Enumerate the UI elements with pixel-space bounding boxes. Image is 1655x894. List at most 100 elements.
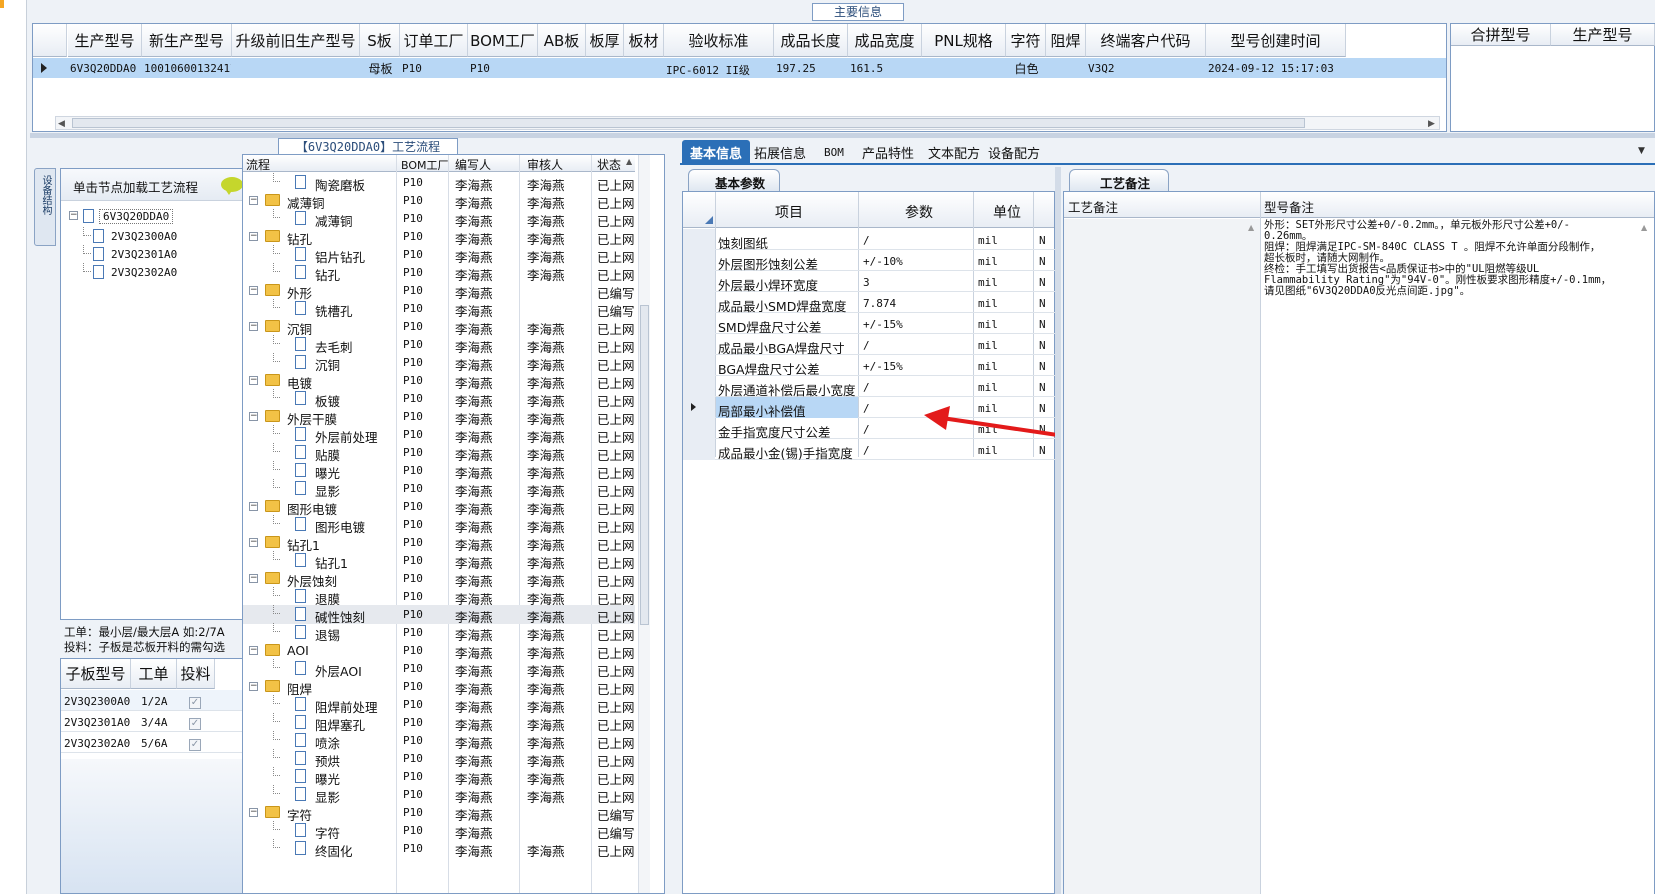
sub-order-cell[interactable]: 1/2A	[141, 695, 168, 708]
flow-row[interactable]: 曝光 P10 李海燕 李海燕 已上网	[243, 767, 635, 787]
flow-row[interactable]: 板镀 P10 李海燕 李海燕 已上网	[243, 389, 635, 409]
collapse-icon[interactable]: −	[249, 502, 258, 511]
flow-scroll-thumb[interactable]	[640, 305, 649, 625]
collapse-icon[interactable]: −	[249, 412, 258, 421]
flow-row[interactable]: 外层AOI P10 李海燕 李海燕 已上网	[243, 659, 635, 679]
collapse-icon[interactable]: −	[249, 232, 258, 241]
flow-row[interactable]: − 钻孔1 P10 李海燕 李海燕 已上网	[243, 533, 635, 553]
col-s-board[interactable]: S板	[360, 24, 400, 57]
col-standard[interactable]: 验收标准	[664, 24, 774, 57]
param-value[interactable]: 3	[863, 276, 870, 289]
flow-row[interactable]: 碱性蚀刻 P10 李海燕 李海燕 已上网	[243, 605, 635, 625]
param-value[interactable]: /	[863, 339, 870, 352]
model-note-textarea[interactable]: 外形：SET外形尺寸公差+0/-0.2mm。，单元板外形尺寸公差+0/- 0.26…	[1261, 219, 1654, 894]
basic-params-tab[interactable]: 基本参数	[688, 169, 780, 191]
col-prod-model[interactable]: 生产型号	[68, 24, 142, 57]
col-ab-board[interactable]: AB板	[538, 24, 586, 57]
collapse-icon[interactable]: −	[249, 196, 258, 205]
flow-row[interactable]: 铝片钻孔 P10 李海燕 李海燕 已上网	[243, 245, 635, 265]
cell-order-factory[interactable]: P10	[402, 62, 467, 75]
tab-dropdown-icon[interactable]: ▼	[1638, 146, 1645, 156]
tree-root[interactable]: − 6V3Q20DDA0	[69, 207, 249, 225]
main-info-row[interactable]: 6V3Q20DDA0 10010600132417 母板 P10 P10 IPC-6012…	[33, 58, 1446, 78]
device-structure-tab[interactable]: 设备结构	[34, 168, 56, 246]
param-value[interactable]: /	[863, 381, 870, 394]
col-writer[interactable]: 编写人	[455, 156, 491, 173]
flow-row[interactable]: − 图形电镀 P10 李海燕 李海燕 已上网	[243, 497, 635, 517]
cell-new-model[interactable]: 10010600132417	[144, 62, 231, 75]
col-bom-factory[interactable]: BOM工厂	[468, 24, 538, 57]
param-row[interactable]: 外层通道补偿后最小宽度 / mil N	[683, 376, 1055, 398]
param-value[interactable]: 7.874	[863, 297, 896, 310]
flow-row[interactable]: 阻焊塞孔 P10 李海燕 李海燕 已上网	[243, 713, 635, 733]
col-sub-model[interactable]: 子板型号	[61, 659, 131, 689]
param-value[interactable]: +/-10%	[863, 255, 903, 268]
collapse-icon[interactable]: −	[249, 682, 258, 691]
collapse-icon[interactable]: −	[249, 286, 258, 295]
flow-row[interactable]: − 字符 P10 李海燕 已编写	[243, 803, 635, 823]
param-row[interactable]: SMD焊盘尺寸公差 +/-15% mil N	[683, 313, 1055, 335]
sub-board-row[interactable]: 2V3Q2301A0 3/4A ✓	[61, 711, 251, 732]
cell-customer-code[interactable]: V3Q2	[1088, 62, 1205, 75]
collapse-icon[interactable]: −	[249, 646, 258, 655]
col-order[interactable]: 工单	[131, 659, 177, 689]
param-value[interactable]: /	[863, 423, 870, 436]
col-width[interactable]: 成品宽度	[848, 24, 922, 57]
col-order-factory[interactable]: 订单工厂	[400, 24, 468, 57]
col-new-model[interactable]: 新生产型号	[142, 24, 232, 57]
col-material[interactable]: 板材	[624, 24, 664, 57]
param-value[interactable]: +/-15%	[863, 318, 903, 331]
collapse-icon[interactable]: −	[249, 376, 258, 385]
cell-s-board[interactable]: 母板	[362, 60, 399, 77]
tab-device-recipe[interactable]: 设备配方	[980, 140, 1048, 164]
tab-bom[interactable]: BOM	[816, 140, 852, 164]
tab-product-features[interactable]: 产品特性	[854, 140, 922, 164]
col-item[interactable]: 项目	[775, 202, 803, 222]
scroll-thumb[interactable]	[72, 118, 1305, 128]
col-bom-factory[interactable]: BOM工厂	[401, 157, 449, 173]
flow-row[interactable]: 显影 P10 李海燕 李海燕 已上网	[243, 479, 635, 499]
tree-node[interactable]: 2V3Q2301A0	[83, 245, 241, 263]
col-feed[interactable]: 投料	[177, 659, 215, 689]
flow-row[interactable]: 钻孔 P10 李海燕 李海燕 已上网	[243, 263, 635, 283]
flow-row[interactable]: 预烘 P10 李海燕 李海燕 已上网	[243, 749, 635, 769]
col-length[interactable]: 成品长度	[774, 24, 848, 57]
collapse-icon[interactable]: −	[249, 322, 258, 331]
col-prod-model-right[interactable]: 生产型号	[1551, 24, 1655, 46]
param-row[interactable]: 外层图形蚀刻公差 +/-10% mil N	[683, 250, 1055, 272]
param-row[interactable]: BGA焊盘尺寸公差 +/-15% mil N	[683, 355, 1055, 377]
flow-row[interactable]: 终固化 P10 李海燕 李海燕 已上网	[243, 839, 635, 859]
flow-scrollbar[interactable]	[638, 155, 650, 893]
flow-row[interactable]: − 钻孔 P10 李海燕 李海燕 已上网	[243, 227, 635, 247]
param-value[interactable]: +/-15%	[863, 360, 903, 373]
collapse-icon[interactable]: −	[249, 574, 258, 583]
param-row[interactable]: 成品最小SMD焊盘宽度 7.874 mil N	[683, 292, 1055, 314]
cell-created[interactable]: 2024-09-12 15:17:03	[1208, 62, 1345, 75]
feed-checkbox[interactable]: ✓	[189, 694, 201, 709]
col-reviewer[interactable]: 审核人	[527, 156, 563, 173]
flow-row[interactable]: 沉铜 P10 李海燕 李海燕 已上网	[243, 353, 635, 373]
model-note-scroll-up-icon[interactable]: ▲	[1641, 223, 1647, 232]
flow-row[interactable]: 图形电镀 P10 李海燕 李海燕 已上网	[243, 515, 635, 535]
param-row[interactable]: 蚀刻图纸 / mil N	[683, 229, 1055, 251]
feed-checkbox[interactable]: ✓	[189, 736, 201, 751]
flow-row[interactable]: 喷涂 P10 李海燕 李海燕 已上网	[243, 731, 635, 751]
cell-char[interactable]: 白色	[1008, 60, 1045, 77]
param-value[interactable]: /	[863, 444, 870, 457]
tree-node[interactable]: 2V3Q2300A0	[83, 227, 241, 245]
flow-row[interactable]: 退膜 P10 李海燕 李海燕 已上网	[243, 587, 635, 607]
sub-model-cell[interactable]: 2V3Q2302A0	[64, 737, 130, 750]
flow-row[interactable]: − 外形 P10 李海燕 已编写	[243, 281, 635, 301]
sub-model-cell[interactable]: 2V3Q2301A0	[64, 716, 130, 729]
flow-row[interactable]: 减薄铜 P10 李海燕 李海燕 已上网	[243, 209, 635, 229]
col-created[interactable]: 型号创建时间	[1206, 24, 1346, 57]
cell-length[interactable]: 197.25	[776, 62, 847, 75]
col-model-note[interactable]: 型号备注	[1264, 197, 1314, 216]
col-status[interactable]: 状态	[597, 156, 621, 173]
craft-notes-tab[interactable]: 工艺备注	[1069, 169, 1169, 191]
tab-extended-info[interactable]: 拓展信息	[746, 140, 814, 164]
flow-row[interactable]: − 阻焊 P10 李海燕 李海燕 已上网	[243, 677, 635, 697]
sort-up-icon[interactable]: ▲	[626, 157, 632, 166]
cell-standard[interactable]: IPC-6012 II级	[666, 62, 773, 78]
collapse-icon[interactable]: −	[249, 538, 258, 547]
